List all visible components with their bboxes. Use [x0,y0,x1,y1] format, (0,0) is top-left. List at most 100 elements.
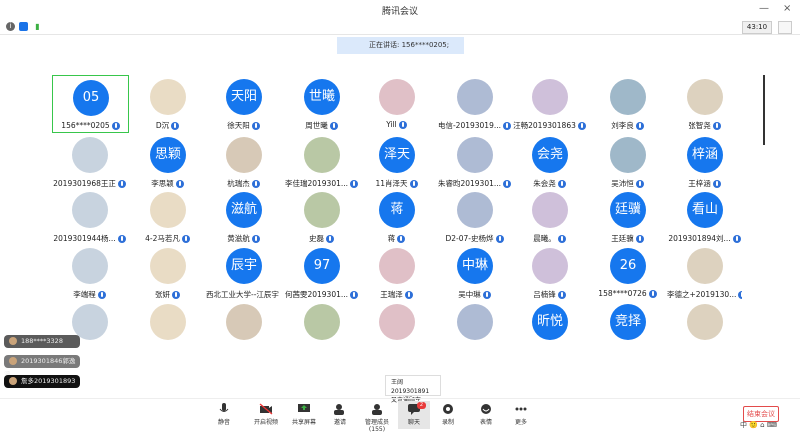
microphone-icon [713,122,721,130]
participant-tile[interactable]: D2-07-史杨烨 [437,188,512,244]
record-button[interactable]: 录制 [432,401,464,429]
avatar [150,192,186,228]
participant-tile[interactable]: 电信-20193019... [437,75,512,131]
close-button[interactable]: × [783,3,791,14]
participant-tile[interactable]: 昕悦 [512,300,587,356]
more-icon [514,403,528,415]
participant-name: 电信-20193019... [437,120,512,131]
participant-tile[interactable]: 李端程 [52,244,127,300]
record-icon [441,403,455,415]
microphone-icon [558,235,566,243]
participant-tile[interactable] [206,300,281,356]
participant-tile[interactable]: 张妍 [130,244,205,300]
signal-icon[interactable]: ▮ [33,22,42,31]
participant-name: 158****0726 [590,289,665,298]
participant-tile[interactable]: 史磊 [284,188,359,244]
participant-name: 蒋 [359,233,434,244]
participant-tile[interactable] [284,300,359,356]
participant-tile[interactable]: 世曦周世曦 [284,75,359,131]
participant-tile[interactable] [437,300,512,356]
avatar [687,304,723,340]
participant-tile[interactable]: 05156****0205 [52,75,129,133]
avatar [379,304,415,340]
participant-tile[interactable]: 2019301968王正 [52,133,127,189]
participant-tile[interactable]: 26158****0726 [590,244,665,300]
avatar: 看山 [687,192,723,228]
participant-tile[interactable]: 辰宇西北工业大学--江辰宇 [206,244,281,300]
avatar [72,137,108,173]
avatar [150,79,186,115]
microphone-icon [118,180,126,188]
avatar: 蒋 [379,192,415,228]
participant-tile[interactable]: 泽天11肖泽天 [359,133,434,189]
avatar [457,79,493,115]
camera-off-icon [259,403,273,415]
system-tray: 中 🙂 ⌂ ⌨ [740,420,777,430]
avatar: 05 [73,80,109,116]
microphone-icon [405,291,413,299]
microphone-icon [636,235,644,243]
participant-tile[interactable]: 滋航黄滋航 [206,188,281,244]
avatar [457,137,493,173]
participant-tile[interactable]: 梓涵王梓涵 [667,133,742,189]
microphone-icon [176,180,184,188]
video-button[interactable]: 开启视频 [250,401,282,429]
participant-tile[interactable] [667,300,742,356]
participant-tile[interactable]: 吕楠锋 [512,244,587,300]
add-user-icon [333,403,347,415]
participant-tile[interactable]: 晨曦。 [512,188,587,244]
share-screen-button[interactable]: 共享屏幕 [288,401,320,429]
layout-grid-icon[interactable] [778,21,792,34]
participant-tile[interactable]: 廷骥王廷骥 [590,188,665,244]
participant-tile[interactable]: 竞择 [590,300,665,356]
microphone-icon [578,122,586,130]
participant-tile[interactable]: 杭瑞杰 [206,133,281,189]
participant-tile[interactable]: 4-2马若凡 [130,188,205,244]
microphone-icon [397,235,405,243]
avatar [610,137,646,173]
participant-tile[interactable]: 中琳吴中琳 [437,244,512,300]
participant-tile[interactable]: 蒋蒋 [359,188,434,244]
participant-tile[interactable] [130,300,205,356]
avatar [72,248,108,284]
share-screen-icon [297,403,311,415]
participant-tile[interactable]: 看山2019301894刘... [667,188,742,244]
invite-button[interactable]: 邀请 [324,401,356,429]
participant-tile[interactable]: 97何茜雯2019301... [284,244,359,300]
meeting-timer: 43:10 [742,21,772,34]
participant-tile[interactable]: 王瑞泽 [359,244,434,300]
participant-tile[interactable]: 汪畅2019301863 [512,75,587,131]
chat-bubble[interactable]: 2019301846郭逸涵 [4,355,80,368]
participant-tile[interactable]: 张智尧 [667,75,742,131]
participant-name: D沉 [130,120,205,131]
participant-tile[interactable]: 李德之+2019130... [667,244,742,300]
scrollbar[interactable] [763,75,765,145]
reactions-button[interactable]: 表情 [470,401,502,429]
participant-tile[interactable]: 刘李良 [590,75,665,131]
participant-tile[interactable]: 会尧朱会尧 [512,133,587,189]
participant-tile[interactable]: 天阳徐天阳 [206,75,281,131]
manage-members-button[interactable]: 管理成员(155) [358,401,396,429]
mute-button[interactable]: 静音 [208,401,240,429]
participant-tile[interactable]: Yill [359,75,434,131]
participant-name: 吕楠锋 [512,289,587,300]
participant-tile[interactable]: D沉 [130,75,205,131]
avatar: 昕悦 [532,304,568,340]
participant-tile[interactable]: 思颖李思颖 [130,133,205,189]
more-button[interactable]: 更多 [505,401,537,429]
avatar [304,137,340,173]
chat-button[interactable]: 2 聊天 [398,401,430,429]
microphone-icon [171,122,179,130]
participant-tile[interactable] [359,300,434,356]
chat-bubble[interactable]: 188****3328 [4,335,80,348]
participant-name: Yill [359,120,434,129]
participant-tile[interactable]: 吴沛恒 [590,133,665,189]
chat-bubble[interactable]: 詹多2019301893 [4,375,80,388]
info-icon[interactable]: i [6,22,15,31]
minimize-button[interactable]: — [759,3,769,14]
participant-tile[interactable]: 2019301944杨... [52,188,127,244]
shield-icon[interactable] [19,22,28,31]
participant-tile[interactable]: 李佳瑞2019301... [284,133,359,189]
participant-tile[interactable]: 朱睿昀2019301... [437,133,512,189]
microphone-icon [558,291,566,299]
